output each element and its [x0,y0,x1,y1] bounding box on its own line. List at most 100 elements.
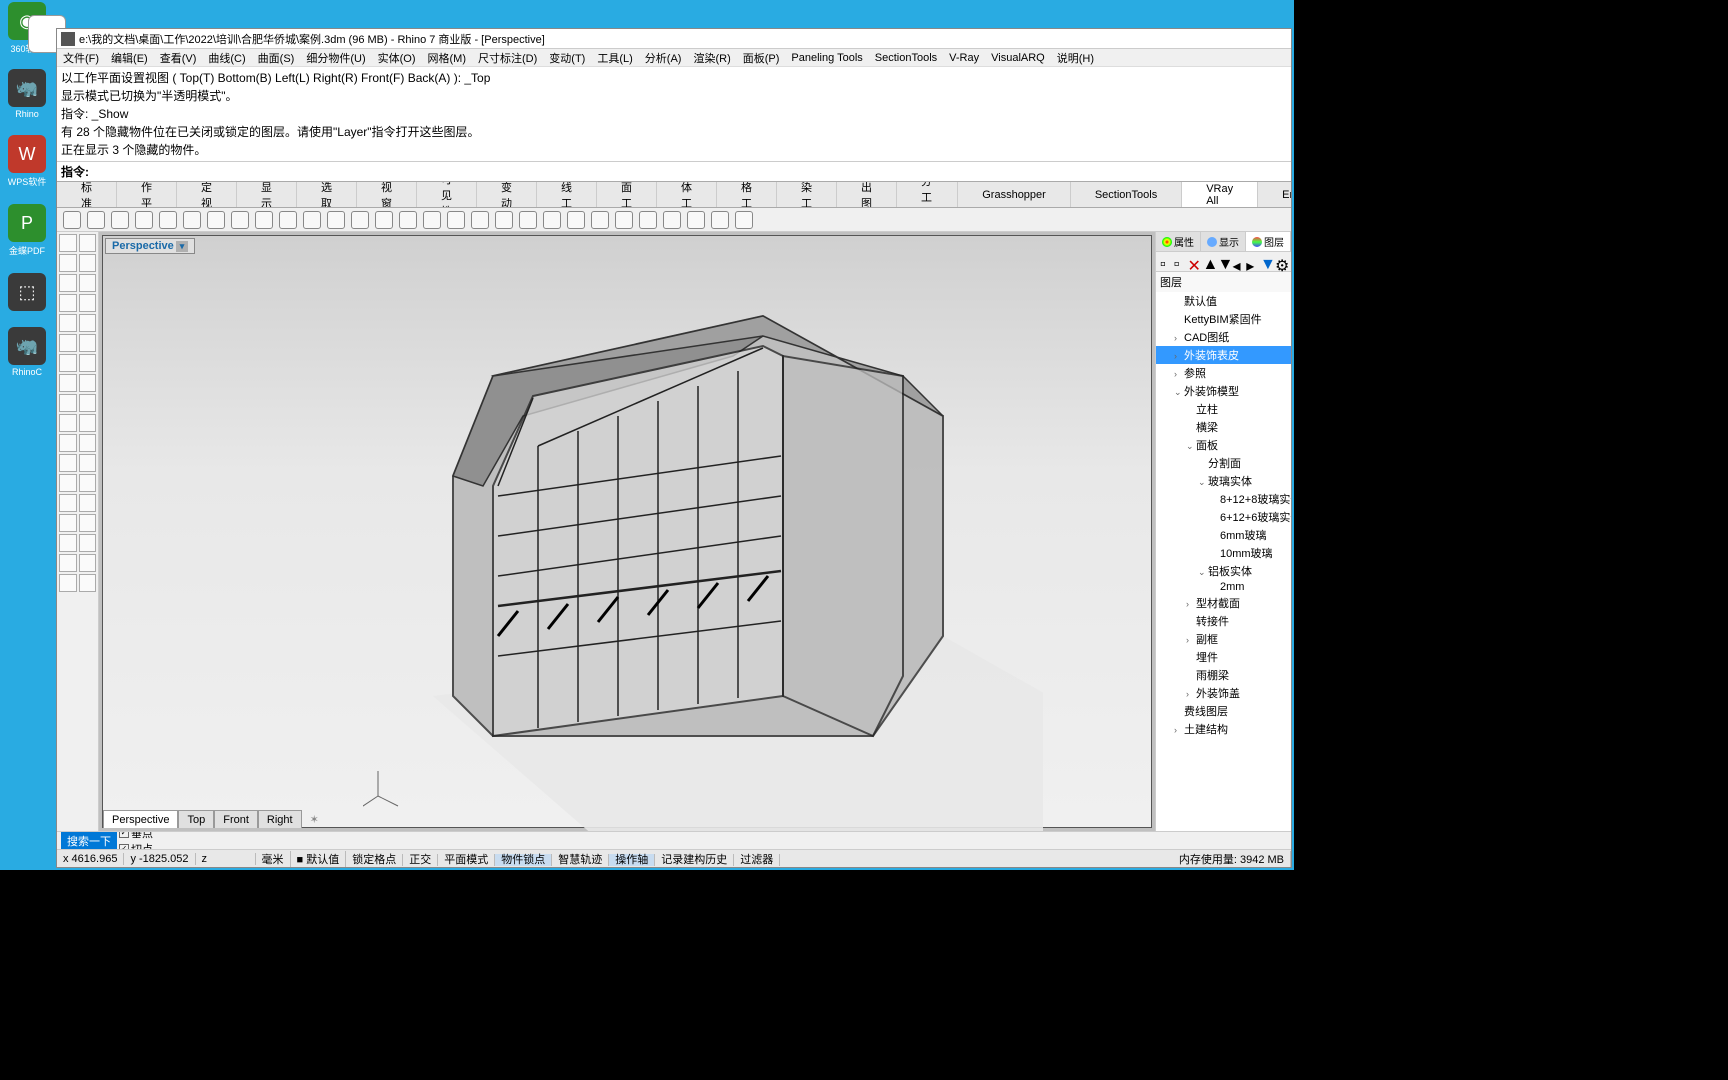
tab-curve-tools[interactable]: 曲线工具 [537,182,597,208]
desktop-icon[interactable]: P金蝶PDF [4,204,50,257]
status-toggle[interactable]: 智慧轨迹 [552,854,609,866]
tool-btn[interactable] [79,454,97,472]
menu-analyze[interactable]: 分析(A) [643,50,684,66]
tool-icon[interactable] [303,211,321,229]
tool-icon[interactable] [183,211,201,229]
status-toggle[interactable]: 平面模式 [438,854,495,866]
tool-icon[interactable] [639,211,657,229]
layer-item[interactable]: ›土建结构 [1156,720,1291,738]
tool-btn[interactable] [79,314,97,332]
layer-item[interactable]: 分割面 [1156,454,1291,472]
tab-solid-tools[interactable]: 实体工具 [657,182,717,208]
layer-tree[interactable]: 默认值KettyBIM紧固件›CAD图纸›外装饰表皮›参照⌄外装饰模型立柱横梁⌄… [1156,292,1291,831]
tab-setview[interactable]: 设定视图 [177,182,237,208]
layer-item[interactable]: ⌄面板 [1156,436,1291,454]
tool-btn[interactable] [79,394,97,412]
menu-mesh[interactable]: 网格(M) [426,50,469,66]
tool-btn[interactable] [79,574,97,592]
layer-item[interactable]: 转接件 [1156,612,1291,630]
tool-btn[interactable] [59,314,77,332]
filter-icon[interactable]: ▼ [1260,256,1272,268]
tab-grasshopper[interactable]: Grasshopper [958,182,1071,208]
tool-icon[interactable] [375,211,393,229]
vp-tab-perspective[interactable]: Perspective [103,810,178,828]
tool-icon[interactable] [87,211,105,229]
tool-btn[interactable] [79,374,97,392]
tool-btn[interactable] [59,274,77,292]
tool-icon[interactable] [711,211,729,229]
layer-item[interactable]: KettyBIM紧固件 [1156,310,1291,328]
tab-properties[interactable]: 属性 [1156,232,1201,251]
tab-subd-tools[interactable]: 细分工具 00 [897,182,958,208]
tool-btn[interactable] [79,354,97,372]
tab-viewport[interactable]: 工作视窗配置 [357,182,417,208]
tool-btn[interactable] [59,454,77,472]
tool-btn[interactable] [59,494,77,512]
tool-icon[interactable] [471,211,489,229]
expand-icon[interactable]: › [1174,351,1184,361]
tool-btn[interactable] [79,234,97,252]
layer-item[interactable]: ›型材截面 [1156,594,1291,612]
vp-tab-front[interactable]: Front [214,810,258,828]
menu-curve[interactable]: 曲线(C) [206,50,247,66]
menu-surface[interactable]: 曲面(S) [256,50,297,66]
layer-item[interactable]: 埋件 [1156,648,1291,666]
expand-icon[interactable]: ⌄ [1198,567,1208,578]
tab-sectiontools[interactable]: SectionTools [1071,182,1182,208]
tool-btn[interactable] [59,294,77,312]
tab-standard[interactable]: 标准 [57,182,117,208]
tool-icon[interactable] [63,211,81,229]
tool-icon[interactable] [687,211,705,229]
layer-item[interactable]: ›外装饰表皮 [1156,346,1291,364]
expand-icon[interactable]: › [1186,599,1196,609]
expand-icon[interactable]: › [1186,635,1196,645]
tool-icon[interactable] [327,211,345,229]
new-layer-icon[interactable]: ▫ [1160,256,1171,268]
expand-icon[interactable]: › [1174,725,1184,735]
tab-mesh-tools[interactable]: 网格工具 [717,182,777,208]
menu-solid[interactable]: 实体(O) [376,50,418,66]
vp-tab-add[interactable]: ✶ [302,810,327,828]
tab-layers[interactable]: 图层 [1246,232,1291,251]
menu-help[interactable]: 说明(H) [1055,50,1096,66]
tab-select[interactable]: 选取 [297,182,357,208]
menu-render[interactable]: 渲染(R) [691,50,732,66]
tab-display[interactable]: 显示 [237,182,297,208]
vp-tab-right[interactable]: Right [258,810,302,828]
desktop-icon[interactable]: ⬚ [4,273,50,311]
tool-btn[interactable] [79,294,97,312]
prev-icon[interactable]: ◂ [1233,256,1244,268]
expand-icon[interactable]: › [1174,369,1184,379]
tool-icon[interactable] [519,211,537,229]
tab-vray[interactable]: VRay All [1182,182,1258,208]
layer-item[interactable]: 2mm [1156,580,1291,594]
tool-btn[interactable] [59,434,77,452]
tab-enscape[interactable]: Enscape [1258,182,1291,208]
viewport-dropdown-icon[interactable]: ▾ [176,241,189,252]
status-layer[interactable]: ■ 默认值 [291,851,347,867]
tool-icon[interactable] [351,211,369,229]
menu-view[interactable]: 查看(V) [158,50,199,66]
desktop-icon[interactable]: 🦏Rhino [4,69,50,119]
menu-dim[interactable]: 尺寸标注(D) [476,50,539,66]
tool-icon[interactable] [663,211,681,229]
tool-icon[interactable] [735,211,753,229]
command-input[interactable] [91,165,1287,179]
new-sublayer-icon[interactable]: ▫ [1174,256,1185,268]
tool-icon[interactable] [423,211,441,229]
tab-render-tools[interactable]: 渲染工具 [777,182,837,208]
layer-item[interactable]: 横梁 [1156,418,1291,436]
tool-btn[interactable] [59,514,77,532]
status-toggle[interactable]: 过滤器 [734,854,780,866]
menu-visualarq[interactable]: VisualARQ [989,52,1047,64]
tab-drafting[interactable]: 出图 [837,182,897,208]
status-toggle[interactable]: 物件锁点 [495,854,552,866]
tool-btn[interactable] [79,534,97,552]
tool-btn[interactable] [79,494,97,512]
layer-item[interactable]: 费线图层 [1156,702,1291,720]
tab-surface-tools[interactable]: 曲面工具 [597,182,657,208]
status-toggle[interactable]: 记录建构历史 [655,854,734,866]
tool-icon[interactable] [159,211,177,229]
delete-layer-icon[interactable]: ✕ [1188,256,1200,268]
tool-icon[interactable] [135,211,153,229]
